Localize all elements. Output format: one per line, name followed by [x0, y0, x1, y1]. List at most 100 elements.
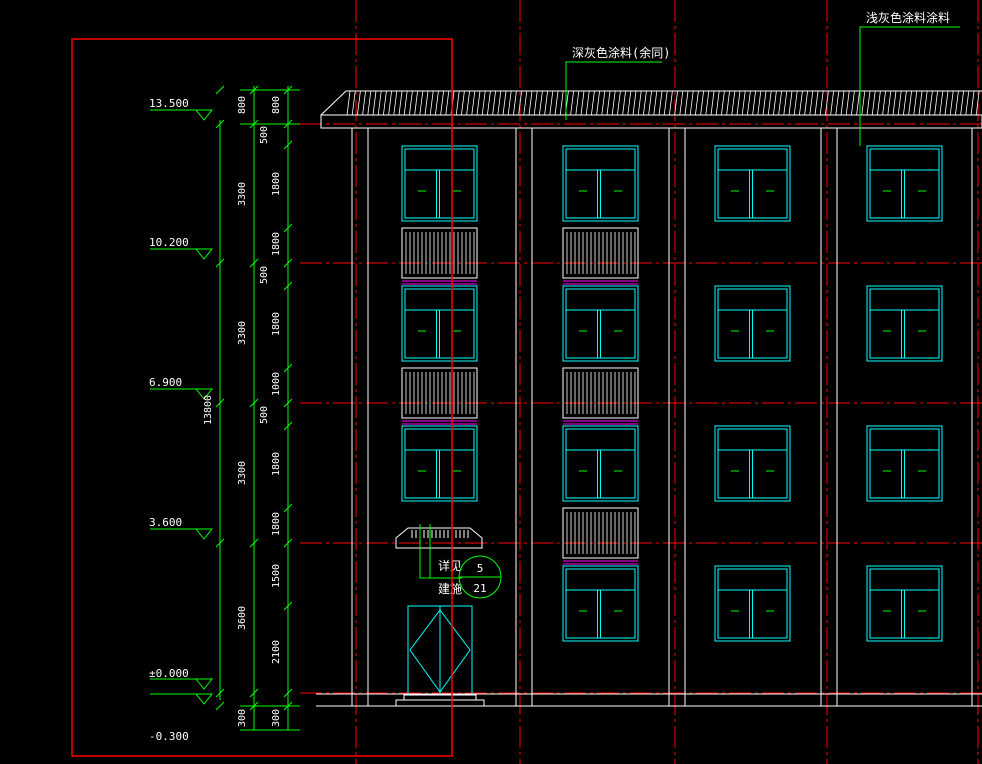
roof-tile	[440, 90, 444, 116]
dim-inner-6: 1000	[271, 372, 282, 396]
selection-rectangle[interactable]	[71, 38, 453, 757]
roof-tile	[617, 90, 621, 116]
elev-label-3: 6.900	[149, 376, 182, 389]
roof-tile	[455, 90, 460, 116]
roof-tile	[845, 90, 850, 116]
roof-tile	[627, 90, 632, 116]
dim-outer-2: 3300	[237, 321, 248, 345]
roof-tile	[788, 90, 793, 116]
roof-tile	[429, 90, 434, 116]
roof-cornice	[320, 114, 982, 129]
building-facade	[316, 90, 982, 707]
dim-inner-11: 2100	[271, 640, 282, 664]
dimension-lines	[215, 85, 300, 731]
roof-tile	[695, 90, 699, 116]
roof-tile	[596, 90, 600, 116]
dim-inner-2: 1800	[271, 172, 282, 196]
entrance-steps	[395, 694, 485, 707]
dim-outer-4: 3600	[237, 606, 248, 630]
dim-tick	[215, 701, 225, 711]
roof-tile	[762, 90, 767, 116]
roof-tile	[960, 90, 964, 116]
dim-tick	[215, 85, 225, 95]
roof-tile	[481, 90, 486, 116]
elevation-marker	[150, 678, 214, 690]
roof-tile	[357, 90, 361, 116]
dim-top-inner: 800	[271, 96, 282, 114]
roof-tile	[689, 90, 694, 116]
elev-triangle	[194, 109, 214, 121]
elev-label-1: 13.500	[149, 97, 189, 110]
elev-triangle	[194, 528, 214, 540]
roof-tile	[757, 90, 762, 116]
roof-tile	[799, 90, 803, 116]
roof-tile	[871, 90, 876, 116]
window	[562, 565, 639, 642]
elevation-drawing-canvas[interactable]: 深灰色涂料(余同) 浅灰色涂料涂料 详见 建施 5 21 13.500 10.2…	[0, 0, 982, 764]
roof-tile	[861, 90, 866, 116]
roof-tile	[747, 90, 751, 116]
roof-tile	[528, 90, 533, 116]
stair-railing	[562, 507, 639, 565]
elevation-marker	[150, 693, 214, 705]
roof-tile	[622, 90, 626, 116]
roof-tile	[705, 90, 710, 116]
roof-tile	[403, 90, 408, 116]
roof-tile	[887, 90, 892, 116]
roof-tile	[487, 90, 491, 116]
roof-tile	[575, 90, 580, 116]
roof-tile	[918, 90, 923, 116]
roof-tile	[393, 90, 398, 116]
roof-tile	[611, 90, 616, 116]
roof-tile	[731, 90, 736, 116]
roof-tile	[949, 90, 954, 116]
roof-tile	[669, 90, 673, 116]
dim-inner-7: 500	[259, 406, 270, 424]
roof-tile	[882, 90, 886, 116]
roof-tile	[903, 90, 907, 116]
roof-tile	[804, 90, 808, 116]
roof-tile	[866, 90, 871, 116]
label-light-grey: 浅灰色涂料涂料	[866, 10, 950, 25]
roof-tile	[398, 90, 403, 116]
roof-tile	[414, 90, 418, 116]
window	[401, 425, 478, 502]
roof-tile	[653, 90, 658, 116]
stair-railing	[562, 367, 639, 425]
dim-bottom-outer: 300	[237, 709, 248, 727]
stair-railing	[401, 227, 478, 285]
roof-tile	[549, 90, 554, 116]
roof-tile	[367, 90, 372, 116]
roof-tile	[377, 90, 382, 116]
window	[714, 425, 791, 502]
roof-tile	[523, 90, 528, 116]
roof-tile	[559, 90, 564, 116]
roof-tile	[351, 90, 356, 116]
elev-label-2: 10.200	[149, 236, 189, 249]
roof-tile	[663, 90, 668, 116]
elevation-marker	[150, 109, 214, 121]
roof-tile	[554, 90, 559, 116]
roof-tile	[679, 90, 684, 116]
roof-tile	[778, 90, 782, 116]
detail-num-bottom: 21	[473, 582, 486, 595]
roof-tile	[793, 90, 798, 116]
roof-tile	[783, 90, 788, 116]
roof-tile	[913, 90, 918, 116]
detail-ref-line1: 详见	[438, 558, 462, 573]
roof-tile	[383, 90, 387, 116]
dim-inner-4: 500	[259, 266, 270, 284]
entrance-canopy	[395, 527, 483, 549]
roof-tile	[965, 90, 970, 116]
elevation-marker	[150, 248, 214, 260]
roof-tile	[939, 90, 944, 116]
roof-tile	[544, 90, 548, 116]
roof-tile	[445, 90, 450, 116]
roof-tile	[814, 90, 819, 116]
roof-tile	[419, 90, 424, 116]
stair-railing	[401, 367, 478, 425]
roof-tile	[892, 90, 897, 116]
roof-tile	[388, 90, 392, 116]
dim-inner-9: 1800	[271, 512, 282, 536]
detail-ref-line2: 建施	[438, 582, 462, 596]
